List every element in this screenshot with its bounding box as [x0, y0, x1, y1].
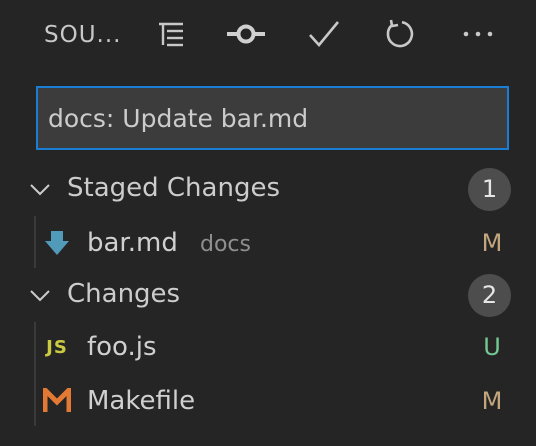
javascript-icon: JS	[46, 336, 68, 358]
file-description: docs	[200, 232, 251, 257]
refresh-icon[interactable]	[378, 14, 422, 54]
tree-list-icon[interactable]	[149, 14, 193, 54]
more-icon[interactable]	[456, 14, 500, 54]
group-label: Changes	[67, 279, 181, 309]
view-title: SOU...	[44, 22, 122, 48]
count-badge: 1	[468, 168, 511, 211]
file-row-makefile[interactable]: Makefile M	[0, 376, 536, 426]
markdown-download-icon	[42, 228, 72, 258]
commit-message-box	[36, 86, 509, 150]
chevron-down-icon	[30, 290, 50, 302]
scm-toolbar: SOU...	[0, 0, 536, 72]
group-changes[interactable]: Changes 2	[0, 274, 536, 317]
status-badge: M	[481, 229, 503, 257]
status-badge: U	[483, 333, 501, 361]
file-row-foo-js[interactable]: JS foo.js U	[0, 322, 536, 372]
group-label: Staged Changes	[67, 173, 280, 203]
count-badge: 2	[468, 274, 511, 317]
status-badge: M	[481, 387, 503, 415]
commit-message-input[interactable]	[38, 88, 507, 148]
git-commit-icon[interactable]	[224, 14, 268, 54]
file-name: bar.md	[87, 228, 178, 258]
checkmark-icon[interactable]	[302, 14, 346, 54]
file-row-bar-md[interactable]: bar.md docs M	[0, 218, 536, 268]
group-staged-changes[interactable]: Staged Changes 1	[0, 168, 536, 211]
chevron-down-icon	[30, 184, 50, 196]
makefile-icon	[42, 386, 72, 416]
file-name: foo.js	[87, 332, 157, 362]
file-name: Makefile	[87, 386, 196, 416]
